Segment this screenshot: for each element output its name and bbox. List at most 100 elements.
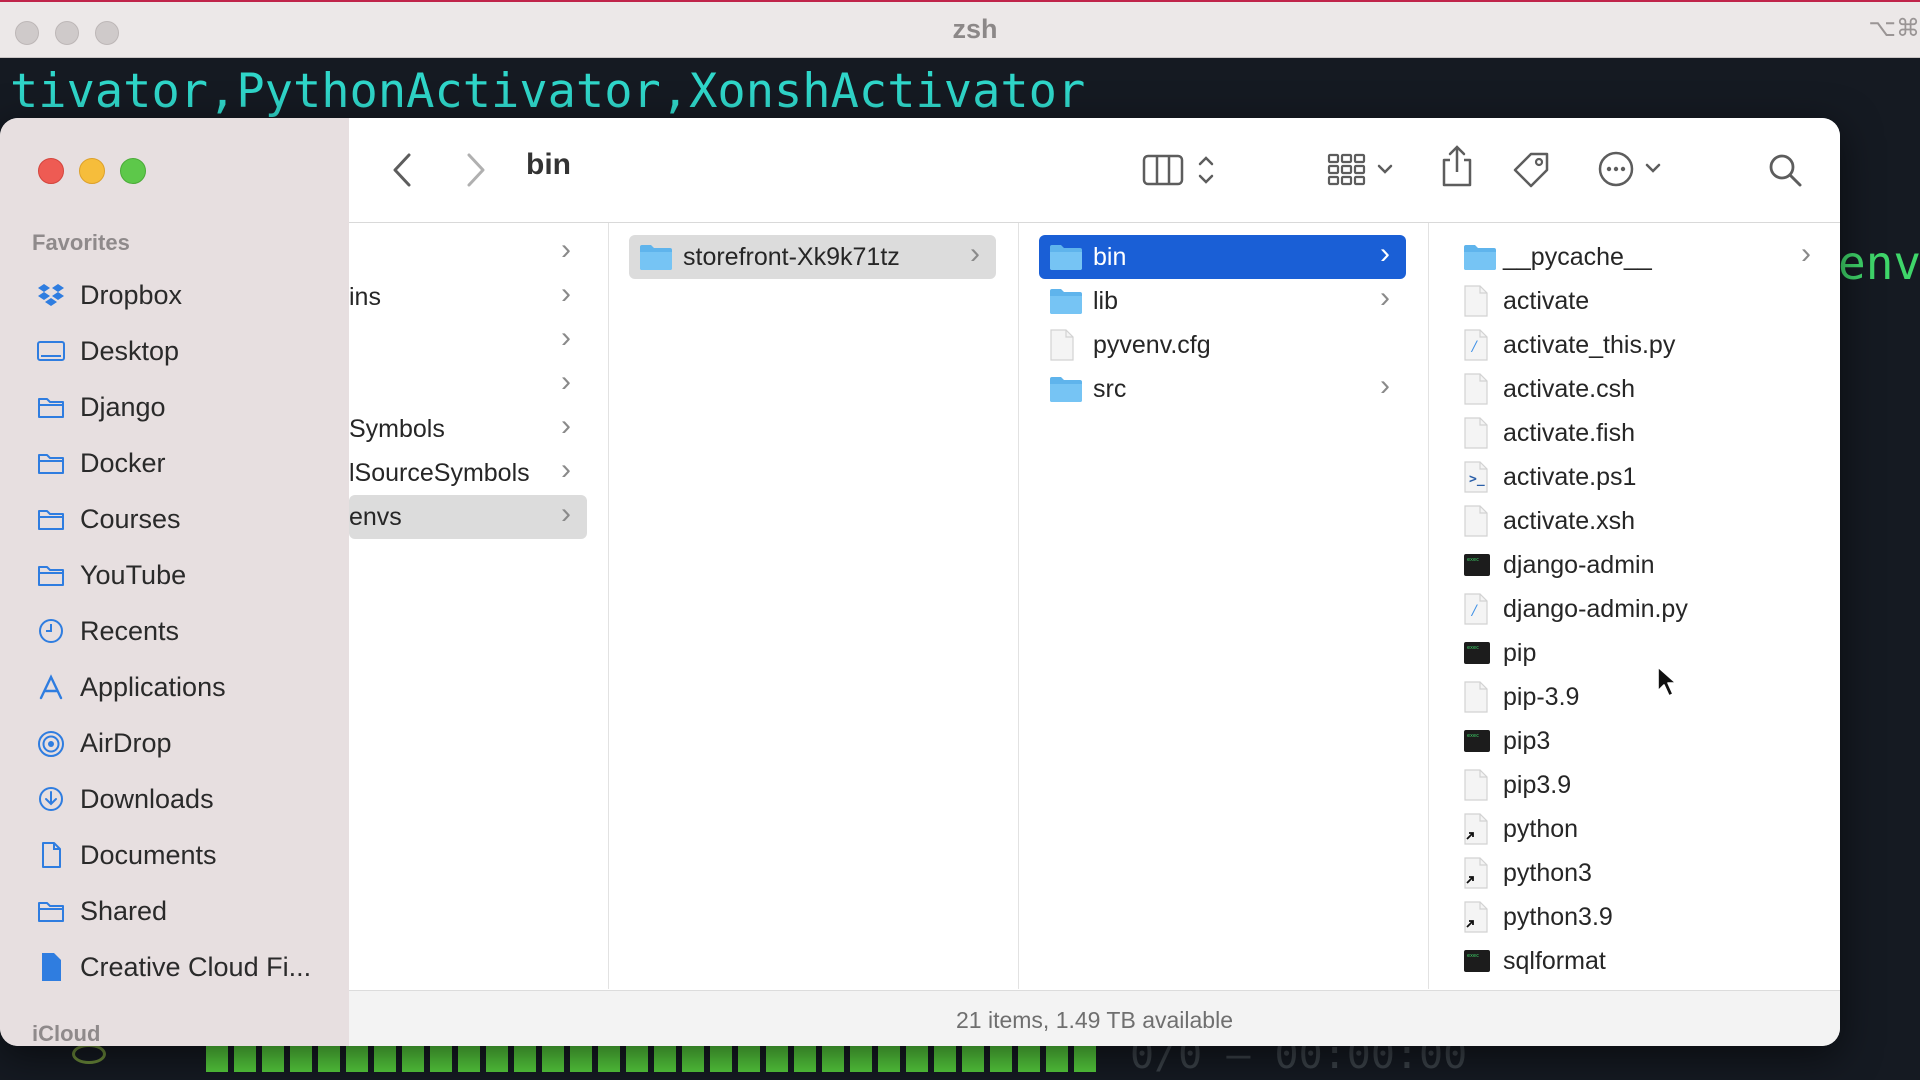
list-item[interactable]: pip3.9: [1449, 763, 1827, 807]
folder-icon: [1049, 375, 1083, 403]
sidebar-item-applications[interactable]: Applications: [0, 659, 349, 715]
chevron-right-icon: ›: [561, 409, 571, 442]
list-item[interactable]: python: [1449, 807, 1827, 851]
chevron-right-icon: ›: [561, 233, 571, 266]
list-item[interactable]: activate: [1449, 279, 1827, 323]
close-button[interactable]: [38, 158, 64, 184]
group-by-button[interactable]: [1327, 152, 1407, 188]
sidebar-item-shared[interactable]: Shared: [0, 883, 349, 939]
executable-file-icon: exec: [1463, 729, 1491, 753]
folder-icon: [36, 897, 66, 925]
zoom-button[interactable]: [120, 158, 146, 184]
sidebar-item-creative-cloud-fi[interactable]: Creative Cloud Fi...: [0, 939, 349, 995]
document-icon: [1463, 769, 1489, 801]
sidebar-item-courses[interactable]: Courses: [0, 491, 349, 547]
document-icon: [1463, 373, 1489, 405]
list-item[interactable]: activate.xsh: [1449, 499, 1827, 543]
list-item[interactable]: pyvenv.cfg: [1039, 323, 1406, 367]
terminal-title: zsh: [952, 14, 998, 44]
list-item[interactable]: lSourceSymbols ›: [349, 451, 587, 495]
more-actions-button[interactable]: [1597, 150, 1667, 188]
applications-icon: [36, 673, 66, 701]
list-item[interactable]: >_ activate.ps1: [1449, 455, 1827, 499]
share-icon[interactable]: [1439, 144, 1475, 188]
minimize-button[interactable]: [79, 158, 105, 184]
forward-button[interactable]: [465, 152, 487, 188]
list-item[interactable]: activate.csh: [1449, 367, 1827, 411]
list-item[interactable]: pip-3.9: [1449, 675, 1827, 719]
list-item[interactable]: python3.9: [1449, 895, 1827, 939]
chevron-right-icon: ›: [1380, 237, 1390, 270]
folder-icon: [36, 393, 66, 421]
item-name: activate: [1503, 286, 1590, 315]
list-item[interactable]: __pycache__ ›: [1449, 235, 1827, 279]
folder-icon: [36, 449, 66, 477]
list-item[interactable]: envs ›: [349, 495, 587, 539]
svg-text:exec: exec: [1467, 733, 1479, 739]
mouse-cursor-icon: [1656, 665, 1678, 704]
list-item[interactable]: exec pip3: [1449, 719, 1827, 763]
sidebar: Favorites Dropbox Desktop Django Docker Cour…: [0, 118, 349, 1046]
column-1: › ins › › › Symbols › lSourceSymbols › envs ›: [349, 223, 609, 989]
list-item[interactable]: bin ›: [1039, 235, 1406, 279]
sidebar-item-label: YouTube: [80, 559, 187, 590]
sidebar-section-favorites: Favorites: [32, 230, 130, 255]
view-columns-button[interactable]: [1142, 152, 1222, 188]
folder-icon: [1463, 243, 1497, 271]
document-icon: >_: [1463, 461, 1489, 493]
sidebar-item-airdrop[interactable]: AirDrop: [0, 715, 349, 771]
item-name: python: [1503, 814, 1579, 843]
status-text: 21 items, 1.49 TB available: [955, 1007, 1233, 1033]
item-name: lib: [1093, 286, 1119, 315]
search-icon[interactable]: [1767, 152, 1803, 188]
airdrop-icon: [36, 729, 66, 757]
list-item[interactable]: exec sqlformat: [1449, 939, 1827, 983]
sidebar-item-documents[interactable]: Documents: [0, 827, 349, 883]
item-name: ins: [349, 282, 381, 311]
sidebar-item-youtube[interactable]: YouTube: [0, 547, 349, 603]
folder-icon: [1049, 287, 1083, 315]
item-name: sqlformat: [1503, 946, 1606, 975]
back-button[interactable]: [391, 152, 413, 188]
list-item[interactable]: Symbols ›: [349, 407, 587, 451]
chevron-right-icon: ›: [561, 365, 571, 398]
list-item[interactable]: ›: [349, 363, 587, 407]
list-item[interactable]: / django-admin.py: [1449, 587, 1827, 631]
list-item[interactable]: ›: [349, 319, 587, 363]
item-name: activate.ps1: [1503, 462, 1637, 491]
list-item[interactable]: ins ›: [349, 275, 587, 319]
item-name: pip3: [1503, 726, 1551, 755]
list-item[interactable]: python3: [1449, 851, 1827, 895]
document-icon: [1049, 329, 1075, 361]
item-name: envs: [349, 502, 402, 531]
list-item[interactable]: exec django-admin: [1449, 543, 1827, 587]
document-icon: [1463, 505, 1489, 537]
item-name: python3: [1503, 858, 1592, 887]
sidebar-item-docker[interactable]: Docker: [0, 435, 349, 491]
list-item[interactable]: storefront-Xk9k71tz ›: [629, 235, 996, 279]
sidebar-item-django[interactable]: Django: [0, 379, 349, 435]
svg-text:exec: exec: [1467, 557, 1479, 563]
sidebar-item-recents[interactable]: Recents: [0, 603, 349, 659]
list-item[interactable]: lib ›: [1039, 279, 1406, 323]
terminal-progress-bar: [206, 1046, 1098, 1072]
terminal-shortcut-hint: ⌥⌘: [1868, 15, 1920, 42]
list-item[interactable]: ›: [349, 231, 587, 275]
sidebar-item-desktop[interactable]: Desktop: [0, 323, 349, 379]
item-name: storefront-Xk9k71tz: [683, 242, 900, 271]
sidebar-item-downloads[interactable]: Downloads: [0, 771, 349, 827]
item-name: activate.fish: [1503, 418, 1636, 447]
chevron-right-icon: ›: [561, 277, 571, 310]
alias-file-icon: [1463, 901, 1489, 933]
document-icon: /: [1463, 593, 1489, 625]
clock-icon: [36, 617, 66, 645]
item-name: activate.csh: [1503, 374, 1636, 403]
tag-icon[interactable]: [1511, 148, 1553, 190]
list-item[interactable]: / activate_this.py: [1449, 323, 1827, 367]
list-item[interactable]: exec pip: [1449, 631, 1827, 675]
document-icon: [1463, 681, 1489, 713]
list-item[interactable]: src ›: [1039, 367, 1406, 411]
sidebar-item-dropbox[interactable]: Dropbox: [0, 267, 349, 323]
list-item[interactable]: activate.fish: [1449, 411, 1827, 455]
chevron-right-icon: ›: [561, 497, 571, 530]
